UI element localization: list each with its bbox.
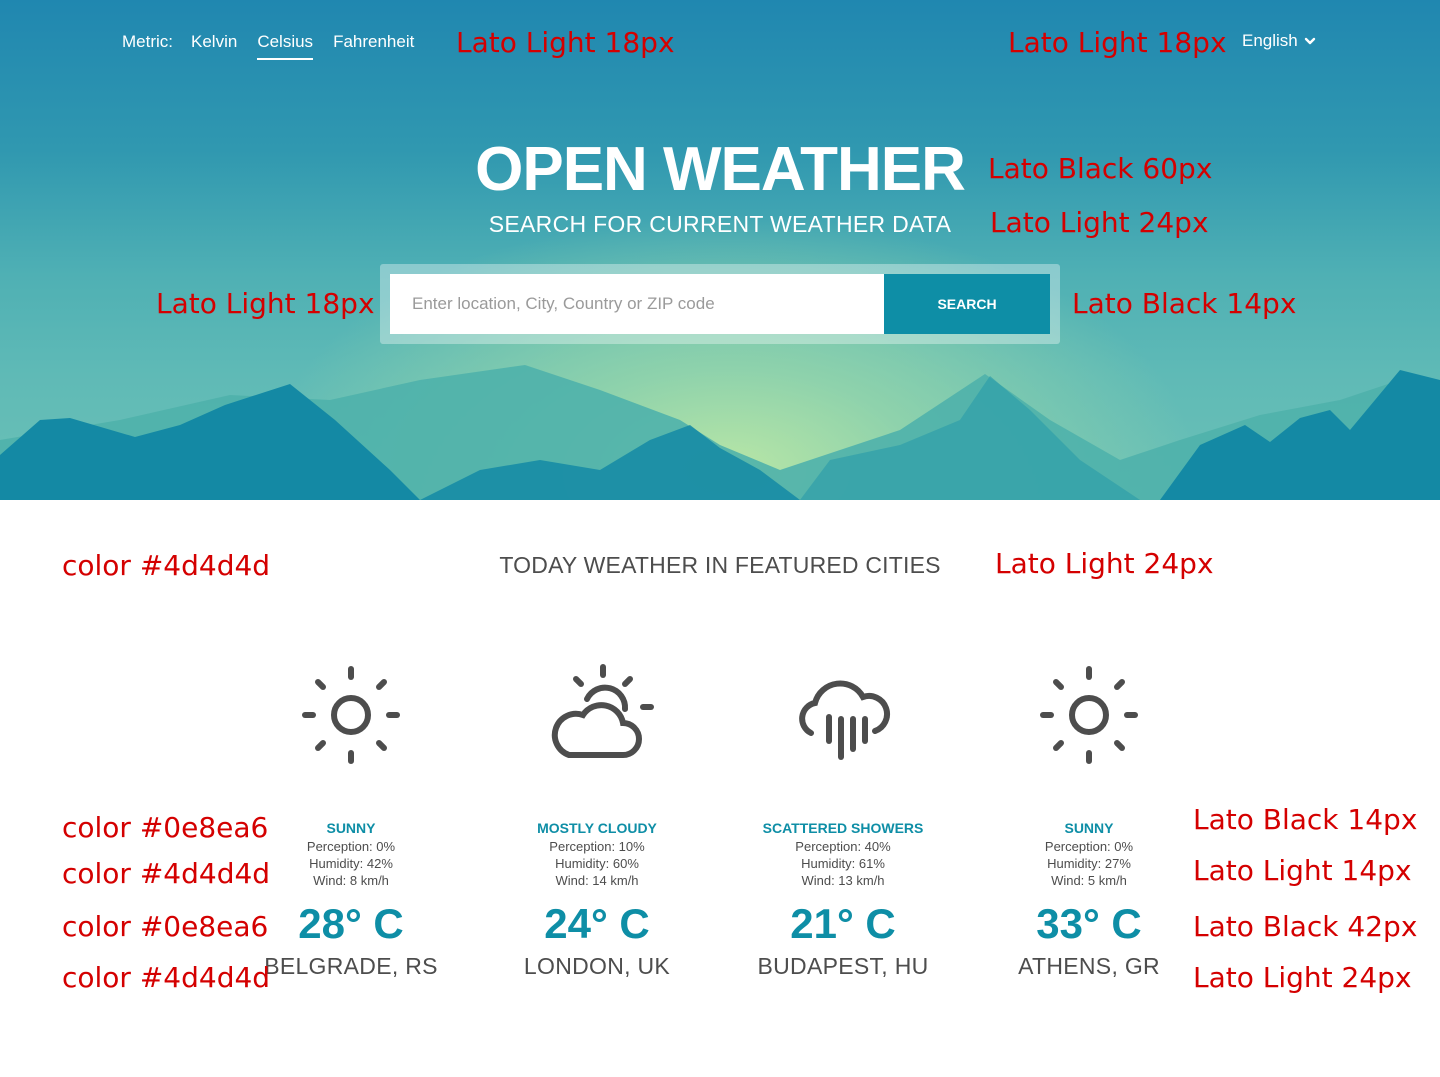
annotation-featured-font: Lato Light 24px xyxy=(995,547,1214,580)
annotation-cond-color: color #0e8ea6 xyxy=(62,811,269,844)
annotation-nav-font: Lato Light 18px xyxy=(456,26,675,59)
search-input[interactable] xyxy=(390,274,884,334)
sun-icon xyxy=(1040,666,1138,764)
humidity-stat: Humidity: 61% xyxy=(801,856,885,871)
temperature: 21° C xyxy=(790,900,896,947)
hero-header: Metric: Kelvin Celsius Fahrenheit Englis… xyxy=(0,0,1440,500)
humidity-stat: Humidity: 60% xyxy=(555,856,639,871)
partly-cloudy-icon xyxy=(551,664,654,758)
city-card: SCATTERED SHOWERS Perception: 40% Humidi… xyxy=(718,650,968,980)
perception-stat: Perception: 0% xyxy=(1044,839,1134,854)
metric-celsius[interactable]: Celsius xyxy=(257,30,314,60)
city-card: MOSTLY CLOUDY Perception: 10% Humidity: … xyxy=(472,650,722,980)
page-subtitle: SEARCH FOR CURRENT WEATHER DATA xyxy=(488,211,952,237)
page-title: OPEN WEATHER xyxy=(475,135,966,204)
annotation-input-font: Lato Light 18px xyxy=(156,287,375,320)
metric-switcher: Metric: Kelvin Celsius Fahrenheit xyxy=(122,30,434,60)
annotation-button-font: Lato Black 14px xyxy=(1072,287,1297,320)
perception-stat: Perception: 10% xyxy=(549,839,645,854)
city-card: SUNNY Perception: 0% Humidity: 27% Wind:… xyxy=(964,650,1214,980)
mountains-illustration xyxy=(0,365,1440,500)
humidity-stat: Humidity: 27% xyxy=(1047,856,1131,871)
annotation-cond-font: Lato Black 14px xyxy=(1193,803,1418,836)
perception-stat: Perception: 40% xyxy=(795,839,891,854)
wind-stat: Wind: 14 km/h xyxy=(555,873,639,888)
language-label: English xyxy=(1242,31,1298,50)
language-select[interactable]: English xyxy=(1242,31,1316,51)
search-button[interactable]: SEARCH xyxy=(884,274,1050,334)
wind-stat: Wind: 13 km/h xyxy=(801,873,885,888)
search-bar: SEARCH xyxy=(380,264,1060,344)
annotation-temp-color: color #0e8ea6 xyxy=(62,910,269,943)
metric-fahrenheit[interactable]: Fahrenheit xyxy=(333,30,414,54)
wind-stat: Wind: 5 km/h xyxy=(1051,873,1127,888)
weather-condition: MOSTLY CLOUDY xyxy=(537,820,657,836)
city-name: BUDAPEST, HU xyxy=(757,953,929,979)
metric-kelvin[interactable]: Kelvin xyxy=(191,30,237,54)
metric-label: Metric: xyxy=(122,32,173,51)
rain-cloud-icon xyxy=(799,680,890,760)
annotation-name-font: Lato Light 24px xyxy=(1193,961,1412,994)
annotation-title-font: Lato Black 60px xyxy=(988,152,1213,185)
temperature: 33° C xyxy=(1036,900,1142,947)
annotation-lang-font: Lato Light 18px xyxy=(1008,26,1227,59)
annotation-featured-color: color #4d4d4d xyxy=(62,549,271,582)
annotation-temp-font: Lato Black 42px xyxy=(1193,910,1418,943)
chevron-down-icon xyxy=(1304,37,1315,45)
weather-condition: SUNNY xyxy=(1064,820,1114,836)
weather-condition: SCATTERED SHOWERS xyxy=(762,820,924,836)
annotation-stat-font: Lato Light 14px xyxy=(1193,854,1412,887)
temperature: 24° C xyxy=(544,900,650,947)
annotation-subtitle-font: Lato Light 24px xyxy=(990,206,1209,239)
annotation-stat-color: color #4d4d4d xyxy=(62,857,271,890)
city-name: LONDON, UK xyxy=(523,953,671,979)
city-name: ATHENS, GR xyxy=(1018,953,1160,979)
annotation-name-color: color #4d4d4d xyxy=(62,961,271,994)
sun-icon xyxy=(302,666,400,764)
